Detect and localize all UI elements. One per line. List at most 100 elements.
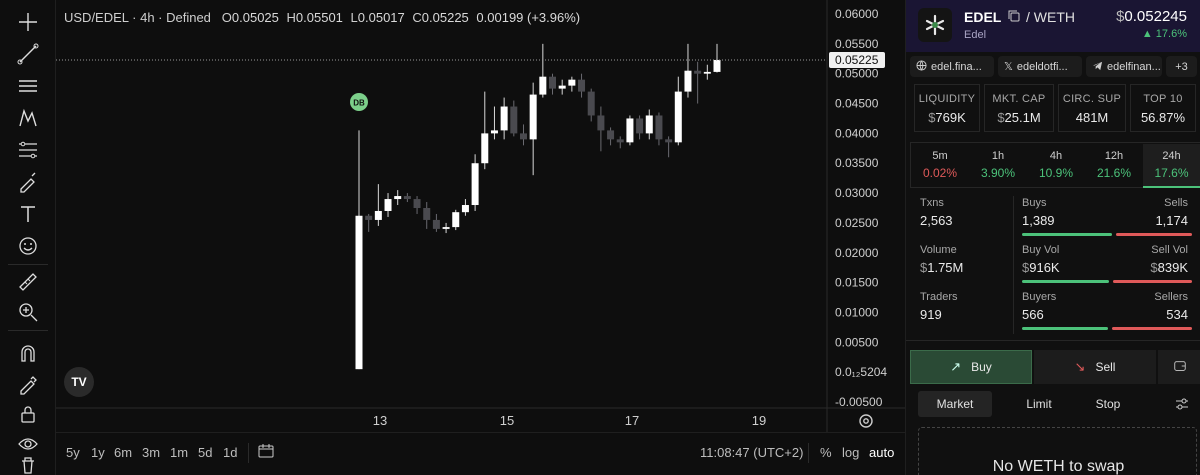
lock-icon[interactable] <box>14 400 42 428</box>
candle-body <box>461 205 469 213</box>
tab-market[interactable]: Market <box>918 391 992 417</box>
price-chart[interactable]: 0.06000 0.05500 0.05000 0.04500 0.04000 0.035… <box>56 0 905 475</box>
stat-prefix: $ <box>997 110 1005 125</box>
tab-24h[interactable]: 24h 17.6% <box>1143 144 1200 188</box>
candle-body <box>558 85 566 89</box>
x-tick-label: 19 <box>752 413 766 428</box>
tab-12h[interactable]: 12h 21.6% <box>1085 144 1143 186</box>
horizontal-lines-icon[interactable] <box>14 72 42 100</box>
buys-label: Buys <box>1022 197 1047 209</box>
chart-clock[interactable]: 11:08:47 (UTC+2) <box>700 445 803 460</box>
brush-icon[interactable] <box>14 168 42 196</box>
telegram-icon <box>1092 60 1103 74</box>
tab-4h[interactable]: 4h 10.9% <box>1027 144 1085 186</box>
range-1y[interactable]: 1y <box>91 445 105 460</box>
range-5d[interactable]: 5d <box>198 445 212 460</box>
emoji-icon[interactable] <box>14 232 42 260</box>
tf-label: 12h <box>1104 150 1124 162</box>
order-type-tabs: Market Limit Stop <box>918 391 1198 417</box>
stat-value: 769K <box>935 110 966 125</box>
candle-body <box>578 79 586 92</box>
pencil-lock-icon[interactable] <box>14 370 42 398</box>
y-tick-label: 0.05000 <box>835 67 879 81</box>
trash-icon[interactable] <box>14 456 42 474</box>
chart-settings-icon[interactable] <box>856 411 876 431</box>
settings-sliders-icon[interactable] <box>1170 391 1194 417</box>
stat-value: 481M <box>1075 110 1109 125</box>
tab-limit[interactable]: Limit <box>1002 391 1076 417</box>
magnet-icon[interactable] <box>14 340 42 368</box>
log-toggle[interactable]: log <box>842 445 859 460</box>
percent-toggle[interactable]: % <box>820 445 832 460</box>
current-price-label: 0.05225 <box>835 53 879 67</box>
y-tick-label: 0.04500 <box>835 97 879 111</box>
candle-body <box>684 70 692 92</box>
legend-low: 0.05017 <box>357 10 405 25</box>
sell-vol-value: $839K <box>1150 260 1188 275</box>
trend-line-icon[interactable] <box>14 40 42 68</box>
range-5y[interactable]: 5y <box>66 445 80 460</box>
candle-body <box>616 139 624 143</box>
y-tick-label: 0.04000 <box>835 126 879 140</box>
telegram-link[interactable]: edelfinan... <box>1086 56 1162 77</box>
sellers-value: 534 <box>1166 307 1188 322</box>
swap-box: No WETH to swap <box>918 427 1197 475</box>
legend-open: 0.05025 <box>231 10 279 25</box>
sell-vol-ratio-bar <box>1113 280 1192 283</box>
candle-body <box>713 59 721 72</box>
candle-body <box>529 94 537 140</box>
candle-body <box>549 76 557 89</box>
y-tick-label: 0.03000 <box>835 186 879 200</box>
range-3m[interactable]: 3m <box>142 445 160 460</box>
stat-circ-supply: CIRC. SUP 481M <box>1058 84 1126 132</box>
website-link[interactable]: edel.fina... <box>910 56 994 77</box>
range-1d[interactable]: 1d <box>223 445 237 460</box>
pattern-icon[interactable] <box>14 104 42 132</box>
tab-1h[interactable]: 1h 3.90% <box>969 144 1027 186</box>
tf-label: 24h <box>1162 150 1181 162</box>
token-price: $0.052245 <box>1116 8 1187 25</box>
crosshair-icon[interactable] <box>14 8 42 36</box>
ruler-icon[interactable] <box>14 268 42 296</box>
auto-toggle[interactable]: auto <box>869 445 894 460</box>
stat-market-cap: MKT. CAP $25.1M <box>984 84 1054 132</box>
tab-5m[interactable]: 5m 0.02% <box>911 144 969 186</box>
candle-body <box>607 130 615 140</box>
more-links-button[interactable]: +3 <box>1166 56 1197 77</box>
sell-button[interactable]: ↘ Sell <box>1034 350 1156 384</box>
buy-button[interactable]: ↗ Buy <box>910 350 1032 384</box>
candlestick-chart[interactable]: 0.06000 0.05500 0.05000 0.04500 0.04000 0.035… <box>56 0 905 432</box>
candle-body <box>674 91 682 143</box>
sellers-label: Sellers <box>1154 291 1188 303</box>
wallet-button[interactable] <box>1158 350 1200 384</box>
traders-label: Traders <box>920 291 958 303</box>
candle-body <box>365 215 373 220</box>
candle-body <box>403 196 411 200</box>
range-6m[interactable]: 6m <box>114 445 132 460</box>
tf-value: 10.9% <box>1038 166 1074 180</box>
text-icon[interactable] <box>14 200 42 228</box>
sells-ratio-bar <box>1116 233 1192 236</box>
stat-liquidity: LIQUIDITY $769K <box>914 84 980 132</box>
drawing-toolbar <box>0 0 56 475</box>
twitter-link[interactable]: 𝕏 edeldotfi... <box>998 56 1082 77</box>
y-tick-label: 0.05500 <box>835 37 879 51</box>
zoom-in-icon[interactable] <box>14 298 42 326</box>
buyers-value: 566 <box>1022 307 1044 322</box>
candle-body <box>394 196 402 200</box>
volume-label: Volume <box>920 244 957 256</box>
candle-body <box>626 118 634 143</box>
date-range-icon[interactable] <box>257 442 275 463</box>
tradingview-logo[interactable]: TV <box>64 367 94 397</box>
range-1m[interactable]: 1m <box>170 445 188 460</box>
tf-value: 17.6% <box>1154 166 1189 180</box>
token-symbol: EDEL <box>964 9 1002 25</box>
copy-icon[interactable] <box>1007 9 1021 23</box>
tab-stop[interactable]: Stop <box>1071 391 1145 417</box>
sell-vol-amount: 839K <box>1157 260 1188 275</box>
candle-body <box>471 163 479 206</box>
volume-value: $1.75M <box>920 260 963 275</box>
candle-body <box>500 106 508 131</box>
fib-icon[interactable] <box>14 136 42 164</box>
wallet-icon <box>1173 359 1187 376</box>
